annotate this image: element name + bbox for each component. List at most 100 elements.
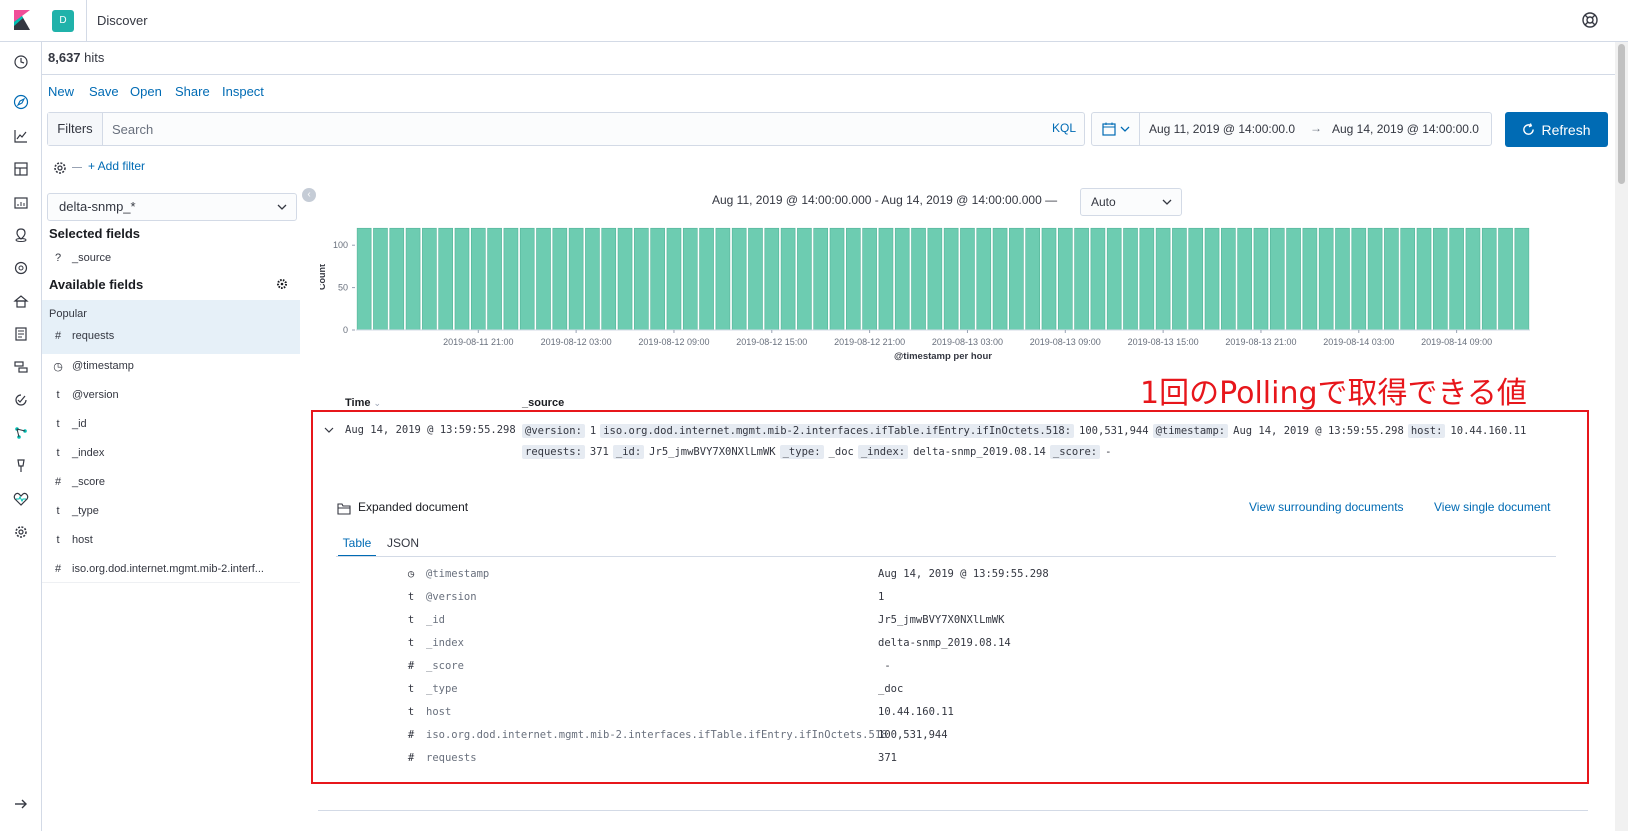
uptime-icon[interactable] — [11, 390, 31, 410]
histogram-bar[interactable] — [1286, 227, 1301, 331]
histogram-bar[interactable] — [666, 227, 682, 331]
histogram-bar[interactable] — [699, 227, 714, 331]
histogram-bar[interactable] — [585, 227, 600, 331]
tab-json[interactable]: JSON — [384, 533, 422, 557]
kql-language-toggle[interactable]: KQL — [1052, 121, 1076, 135]
add-filter-button[interactable]: + Add filter — [88, 159, 145, 173]
management-gear-icon[interactable] — [11, 522, 31, 542]
histogram-bar[interactable] — [617, 227, 633, 331]
machine-learning-icon[interactable] — [11, 258, 31, 278]
field-item[interactable]: # _score — [42, 468, 300, 496]
logs-icon[interactable] — [11, 324, 31, 344]
end-date[interactable]: Aug 14, 2019 @ 14:00:00.0 — [1332, 122, 1479, 136]
apm-icon[interactable] — [11, 357, 31, 377]
histogram-bar[interactable] — [960, 227, 975, 331]
histogram-bar[interactable] — [1172, 227, 1187, 331]
histogram-bar[interactable] — [1318, 227, 1334, 331]
histogram-bar[interactable] — [976, 227, 992, 331]
page-scrollbar[interactable] — [1615, 42, 1628, 831]
collapse-sidebar-icon[interactable]: ‹ — [302, 188, 316, 202]
field-item[interactable]: t _type — [42, 497, 300, 525]
histogram-bar[interactable] — [1221, 227, 1236, 331]
field-item[interactable]: t host — [42, 526, 300, 554]
dashboard-icon[interactable] — [11, 159, 31, 179]
histogram-bar[interactable] — [764, 227, 780, 331]
histogram-bar[interactable] — [715, 227, 731, 331]
histogram-bar[interactable] — [536, 227, 551, 331]
expand-nav-arrow-icon[interactable] — [12, 796, 30, 812]
recently-viewed-icon[interactable] — [11, 52, 31, 72]
histogram-bar[interactable] — [503, 227, 519, 331]
histogram-bar[interactable] — [1514, 227, 1530, 331]
field-item[interactable]: ◷ @timestamp — [42, 352, 300, 380]
column-header-time[interactable]: Time ⌄ — [345, 397, 381, 409]
histogram-bar[interactable] — [389, 227, 405, 331]
histogram-bar[interactable] — [1335, 227, 1350, 331]
histogram-bar[interactable] — [911, 227, 926, 331]
histogram-bar[interactable] — [1416, 227, 1432, 331]
histogram-bar[interactable] — [829, 227, 845, 331]
histogram-bar[interactable] — [1090, 227, 1106, 331]
row-expand-chevron-icon[interactable] — [324, 425, 334, 435]
histogram-bar[interactable] — [373, 227, 388, 331]
field-item[interactable]: # requests — [42, 322, 300, 350]
view-single-document-link[interactable]: View single document — [1434, 500, 1551, 514]
histogram-bar[interactable] — [1025, 227, 1040, 331]
help-icon[interactable] — [1580, 10, 1600, 30]
histogram-bar[interactable] — [878, 227, 894, 331]
histogram-bar[interactable] — [1057, 227, 1073, 331]
histogram-bar[interactable] — [1433, 227, 1448, 331]
histogram-bar[interactable] — [1384, 227, 1399, 331]
histogram-bar[interactable] — [1237, 227, 1252, 331]
histogram-bar[interactable] — [1188, 227, 1204, 331]
refresh-button[interactable]: Refresh — [1505, 112, 1608, 147]
search-input[interactable] — [104, 113, 1004, 145]
histogram-bar[interactable] — [601, 227, 617, 331]
histogram-bar[interactable] — [1481, 227, 1497, 331]
open-button[interactable]: Open — [130, 84, 162, 99]
histogram-bar[interactable] — [519, 227, 535, 331]
filter-options-gear-icon[interactable] — [52, 160, 68, 176]
histogram-bar[interactable] — [1123, 227, 1138, 331]
histogram-bar[interactable] — [780, 227, 796, 331]
share-button[interactable]: Share — [175, 84, 210, 99]
histogram-chart[interactable]: 0 50 100 Count 2019-08-11 21:00 2019-08-12 03… — [320, 222, 1580, 372]
histogram-bar[interactable] — [438, 227, 453, 331]
histogram-bar[interactable] — [1204, 227, 1220, 331]
histogram-bar[interactable] — [846, 227, 861, 331]
histogram-bar[interactable] — [634, 227, 649, 331]
histogram-bar[interactable] — [731, 227, 747, 331]
histogram-bar[interactable] — [1351, 227, 1367, 331]
tab-table[interactable]: Table — [338, 533, 376, 557]
histogram-bar[interactable] — [568, 227, 584, 331]
field-item[interactable]: # iso.org.dod.internet.mgmt.mib-2.interf… — [42, 555, 300, 583]
new-button[interactable]: New — [48, 84, 74, 99]
histogram-bar[interactable] — [1367, 227, 1383, 331]
histogram-bar[interactable] — [1074, 227, 1089, 331]
space-avatar[interactable]: D — [52, 10, 74, 32]
histogram-bar[interactable] — [650, 227, 665, 331]
field-item[interactable]: t _id — [42, 410, 300, 438]
field-filter-gear-icon[interactable] — [276, 278, 288, 290]
histogram-bar[interactable] — [813, 227, 829, 331]
visualize-icon[interactable] — [11, 126, 31, 146]
histogram-bar[interactable] — [748, 227, 763, 331]
graph-icon[interactable] — [11, 423, 31, 443]
monitoring-icon[interactable] — [11, 489, 31, 509]
histogram-bar[interactable] — [470, 227, 486, 331]
histogram-bar[interactable] — [356, 227, 372, 331]
histogram-bar[interactable] — [1465, 227, 1481, 331]
scrollbar-thumb[interactable] — [1618, 44, 1625, 184]
save-button[interactable]: Save — [89, 84, 119, 99]
histogram-bar[interactable] — [1400, 227, 1416, 331]
histogram-bar[interactable] — [487, 227, 502, 331]
start-date[interactable]: Aug 11, 2019 @ 14:00:00.0 — [1149, 122, 1295, 136]
histogram-bar[interactable] — [1253, 227, 1269, 331]
histogram-bar[interactable] — [1155, 227, 1171, 331]
histogram-bar[interactable] — [682, 227, 698, 331]
histogram-bar[interactable] — [1041, 227, 1057, 331]
histogram-bar[interactable] — [405, 227, 421, 331]
discover-icon[interactable] — [11, 92, 31, 112]
histogram-bar[interactable] — [797, 227, 812, 331]
histogram-bar[interactable] — [927, 227, 943, 331]
